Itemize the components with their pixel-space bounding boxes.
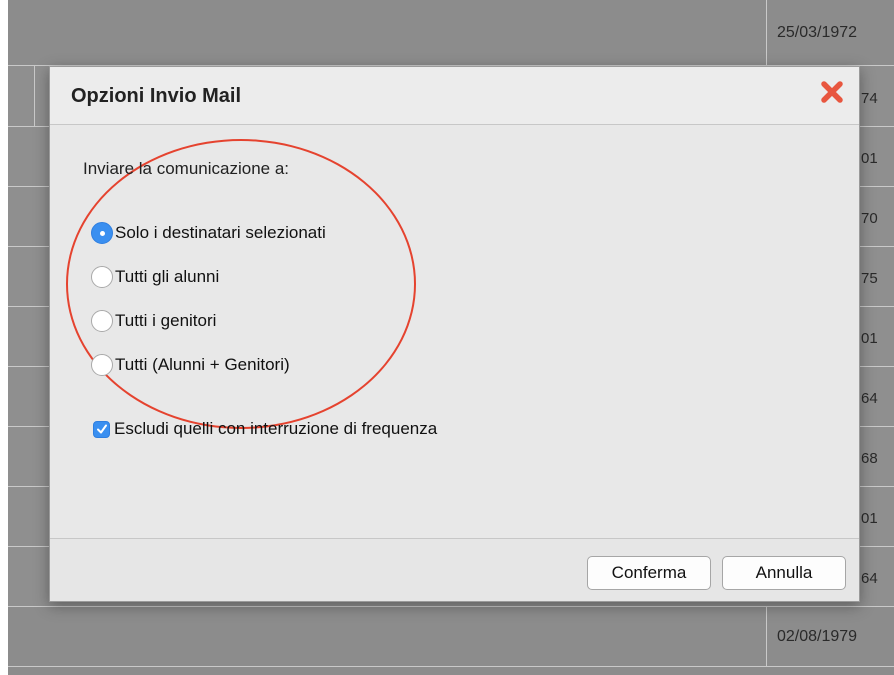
radio-label: Solo i destinatari selezionati [115,223,326,242]
checkmark-icon [96,424,107,434]
date-fragment: 75 [861,270,878,287]
radio-label: Tutti gli alunni [115,267,220,286]
dialog-body: Inviare la comunicazione a: Solo i desti… [50,124,859,539]
exclude-interrupted-checkbox-row[interactable]: Escludi quelli con interruzione di frequ… [93,418,437,440]
date-fragment: 64 [861,570,878,587]
date-fragment: 01 [861,330,878,347]
checkbox-label: Escludi quelli con interruzione di frequ… [114,419,438,438]
date-fragment: 74 [861,90,878,107]
radio-button[interactable] [91,222,113,244]
radio-option-selected-recipients[interactable]: Solo i destinatari selezionati [91,220,326,246]
radio-option-all-students[interactable]: Tutti gli alunni [91,264,219,290]
date-fragment: 70 [861,210,878,227]
radio-option-all-parents[interactable]: Tutti i genitori [91,308,216,334]
radio-label: Tutti i genitori [115,311,217,330]
cancel-button[interactable]: Annulla [722,556,846,590]
radio-button[interactable] [91,266,113,288]
close-x-icon[interactable] [819,79,845,105]
date-fragment: 68 [861,450,878,467]
radio-button[interactable] [91,310,113,332]
table-row: 02/08/1979 [8,607,894,667]
radio-button[interactable] [91,354,113,376]
date-column-fragments: 74 01 70 75 01 64 68 01 64 [860,0,894,675]
dialog-header: Opzioni Invio Mail [50,67,859,125]
dialog-title: Opzioni Invio Mail [71,85,241,107]
radio-label: Tutti (Alunni + Genitori) [115,355,290,374]
checkbox[interactable] [93,420,110,438]
date-fragment: 64 [861,390,878,407]
confirm-button[interactable]: Conferma [587,556,711,590]
date-fragment: 01 [861,150,878,167]
radio-option-all-students-parents[interactable]: Tutti (Alunni + Genitori) [91,352,290,378]
recipient-prompt: Inviare la comunicazione a: [83,159,290,178]
date-fragment: 01 [861,510,878,527]
mail-options-dialog: Opzioni Invio Mail Inviare la comunicazi… [49,66,860,602]
table-row: 25/03/1972 [8,0,894,66]
dialog-footer: Conferma Annulla [50,538,859,601]
